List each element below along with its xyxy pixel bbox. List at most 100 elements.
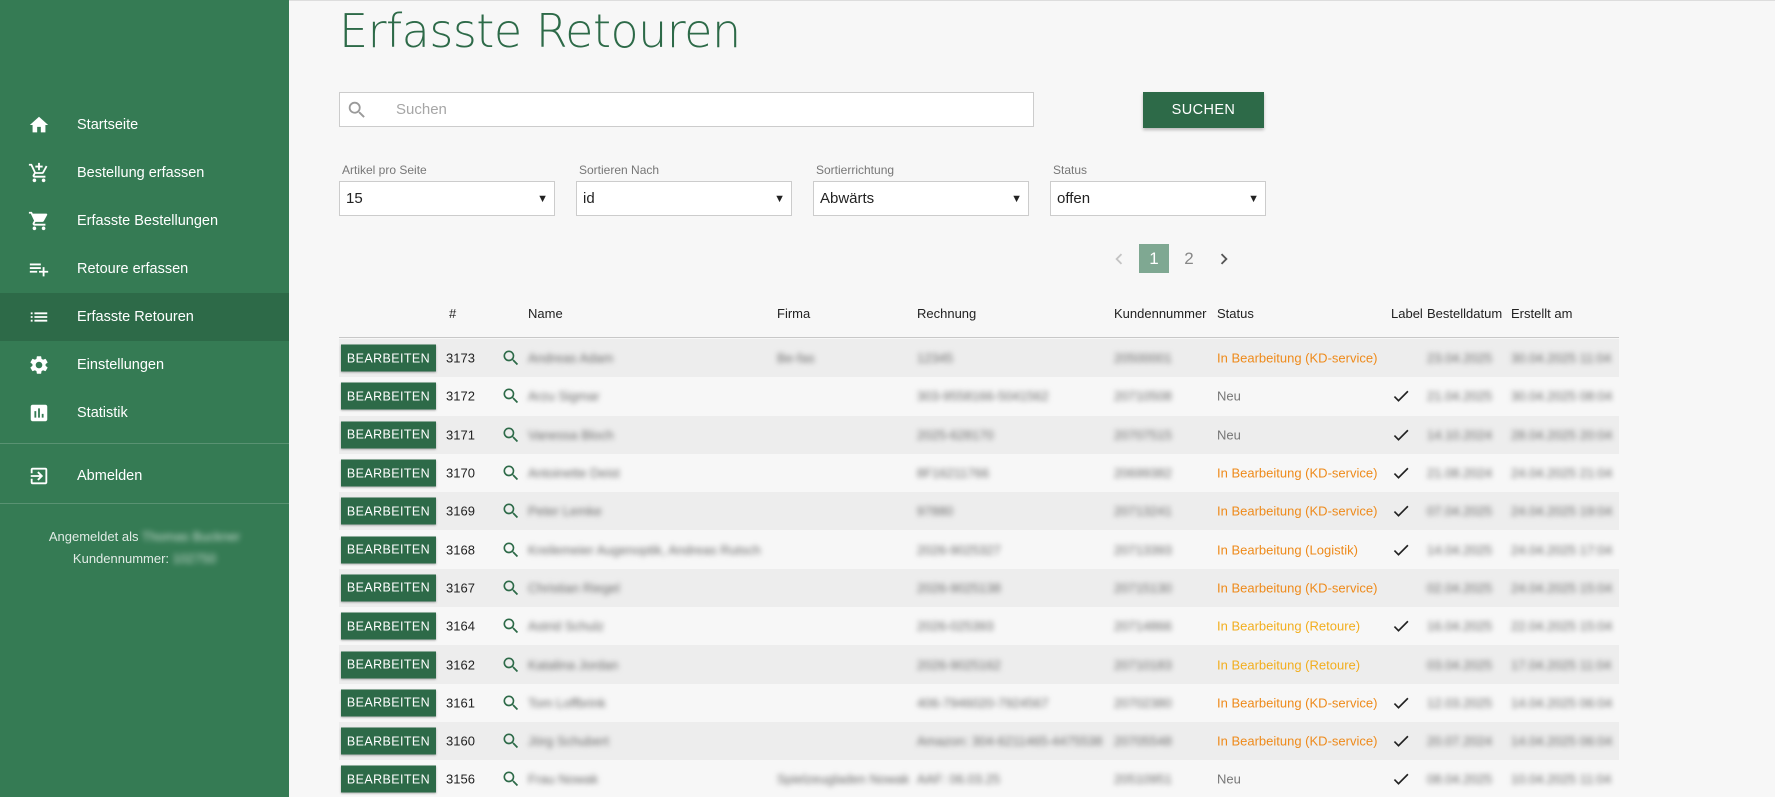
sidebar-item-retoure-erfassen[interactable]: Retoure erfassen xyxy=(0,245,289,293)
edit-button[interactable]: BEARBEITEN xyxy=(341,612,436,640)
table-row: BEARBEITEN 3156 Frau Nowak Spielzeugladen N… xyxy=(339,760,1619,797)
status-select[interactable]: offen ▼ xyxy=(1050,181,1266,216)
cell-id: 3160 xyxy=(446,733,475,749)
edit-button[interactable]: BEARBEITEN xyxy=(341,727,436,755)
cell-bestelldatum: 14.04.2025 xyxy=(1427,542,1493,558)
dropdown-arrow-icon: ▼ xyxy=(1011,192,1022,205)
cell-rechnung: 303-9558166-5041562 xyxy=(917,388,1049,404)
magnifier-icon[interactable] xyxy=(501,348,521,368)
edit-button[interactable]: BEARBEITEN xyxy=(341,651,436,679)
edit-button[interactable]: BEARBEITEN xyxy=(341,382,436,410)
chevron-left-icon xyxy=(1115,253,1123,264)
edit-button[interactable]: BEARBEITEN xyxy=(341,459,436,487)
column-header-kundennummer[interactable]: Kundennummer xyxy=(1114,306,1207,321)
magnifier-icon[interactable] xyxy=(501,731,521,751)
page-button-2[interactable]: 2 xyxy=(1174,244,1204,273)
search-icon xyxy=(348,101,365,118)
magnifier-icon[interactable] xyxy=(501,578,521,598)
search-box[interactable] xyxy=(339,92,1034,127)
cell-rechnung: 12345 xyxy=(917,350,954,366)
select-value: id xyxy=(583,190,595,207)
magnifier-icon[interactable] xyxy=(501,463,521,483)
cell-kundennummer: 20713241 xyxy=(1114,503,1172,519)
edit-button[interactable]: BEARBEITEN xyxy=(341,421,436,449)
magnifier-icon[interactable] xyxy=(501,540,521,560)
cell-id: 3164 xyxy=(446,618,475,634)
cell-kundennummer: 20710183 xyxy=(1114,657,1172,673)
table-row: BEARBEITEN 3161 Tom Loffbrink 406-7946020-7… xyxy=(339,684,1619,722)
edit-button[interactable]: BEARBEITEN xyxy=(341,536,436,564)
cell-kundennummer: 20699382 xyxy=(1114,465,1172,481)
cell-rechnung: 8F16211766 xyxy=(917,465,990,481)
cell-bestelldatum: 03.04.2025 xyxy=(1427,657,1493,673)
status-badge: In Bearbeitung (Logistik) xyxy=(1217,542,1358,558)
search-input[interactable] xyxy=(396,101,996,118)
check-icon xyxy=(1391,616,1411,636)
cell-erstellt: 24.04.2025 19:04 xyxy=(1511,503,1613,519)
cell-bestelldatum: 08.04.2025 xyxy=(1427,771,1493,787)
cell-kundennummer: 20510951 xyxy=(1114,771,1172,787)
status-badge: In Bearbeitung (KD-service) xyxy=(1217,465,1378,481)
column-header-firma[interactable]: Firma xyxy=(777,306,810,321)
sort-direction-select[interactable]: Abwärts ▼ xyxy=(813,181,1029,216)
column-header-name[interactable]: Name xyxy=(528,306,563,321)
magnifier-icon[interactable] xyxy=(501,616,521,636)
status-badge: In Bearbeitung (KD-service) xyxy=(1217,350,1378,366)
customer-number: 102750 xyxy=(172,551,217,566)
filter-label: Status xyxy=(1053,163,1088,177)
cell-id: 3169 xyxy=(446,503,475,519)
next-page-button[interactable] xyxy=(1209,244,1239,273)
sidebar-item-erfasste-retouren[interactable]: Erfasste Retouren xyxy=(0,293,289,341)
cell-kundennummer: 20702380 xyxy=(1114,695,1172,711)
cell-erstellt: 17.04.2025 11:04 xyxy=(1511,657,1612,673)
sidebar-item-startseite[interactable]: Startseite xyxy=(0,101,289,149)
logout-button[interactable]: Abmelden xyxy=(0,452,289,500)
magnifier-icon[interactable] xyxy=(501,501,521,521)
sidebar-item-erfasste-bestellungen[interactable]: Erfasste Bestellungen xyxy=(0,197,289,245)
magnifier-icon[interactable] xyxy=(501,425,521,445)
magnifier-icon[interactable] xyxy=(501,655,521,675)
cell-name: Peter Lemke xyxy=(528,503,602,519)
cell-kundennummer: 20714866 xyxy=(1114,618,1172,634)
edit-button[interactable]: BEARBEITEN xyxy=(341,689,436,717)
column-header-bestelldatum[interactable]: Bestelldatum xyxy=(1427,306,1502,321)
column-header-status[interactable]: Status xyxy=(1217,306,1254,321)
cell-bestelldatum: 16.04.2025 xyxy=(1427,618,1493,634)
items-per-page-select[interactable]: 15 ▼ xyxy=(339,181,555,216)
page-button-1[interactable]: 1 xyxy=(1139,244,1169,273)
status-badge: Neu xyxy=(1217,771,1241,787)
cell-id: 3162 xyxy=(446,657,475,673)
edit-button[interactable]: BEARBEITEN xyxy=(341,344,436,372)
edit-button[interactable]: BEARBEITEN xyxy=(341,497,436,525)
filter-status: Status offen ▼ xyxy=(1050,163,1266,216)
magnifier-icon[interactable] xyxy=(501,693,521,713)
sidebar-item-statistik[interactable]: Statistik xyxy=(0,389,289,437)
table-row: BEARBEITEN 3168 Kreilemeier Augenoptik, An… xyxy=(339,530,1619,568)
column-header-rechnung[interactable]: Rechnung xyxy=(917,306,976,321)
sidebar-item-label: Einstellungen xyxy=(77,357,165,373)
cell-name: Vanessa Bloch xyxy=(528,427,614,443)
edit-button[interactable]: BEARBEITEN xyxy=(341,574,436,602)
table-row: BEARBEITEN 3160 Jörg Schubert Amazon: 304-6… xyxy=(339,721,1619,761)
check-icon xyxy=(1391,731,1411,751)
magnifier-icon[interactable] xyxy=(501,386,521,406)
sidebar-item-label: Startseite xyxy=(77,117,139,133)
filter-sort-by: Sortieren Nach id ▼ xyxy=(576,163,792,216)
status-badge: In Bearbeitung (KD-service) xyxy=(1217,733,1378,749)
edit-button[interactable]: BEARBEITEN xyxy=(341,765,436,793)
cell-name: Frau Nowak xyxy=(528,771,599,787)
search-button[interactable]: SUCHEN xyxy=(1143,92,1264,128)
prev-page-button[interactable] xyxy=(1104,244,1134,273)
table-row: BEARBEITEN 3170 Antoinette Deist 8F16211766… xyxy=(339,454,1619,492)
sort-by-select[interactable]: id ▼ xyxy=(576,181,792,216)
magnifier-icon[interactable] xyxy=(501,769,521,789)
column-header-erstellt[interactable]: Erstellt am xyxy=(1511,306,1572,321)
cell-kundennummer: 20707515 xyxy=(1114,427,1172,443)
column-header-id[interactable]: # xyxy=(449,306,456,321)
cell-rechnung: 2025-628170 xyxy=(917,427,994,443)
cell-bestelldatum: 12.03.2025 xyxy=(1427,695,1493,711)
sidebar-item-einstellungen[interactable]: Einstellungen xyxy=(0,341,289,389)
column-header-label[interactable]: Label xyxy=(1391,306,1423,321)
sidebar-item-bestellung-erfassen[interactable]: Bestellung erfassen xyxy=(0,149,289,197)
add-shopping-cart-icon xyxy=(0,162,77,184)
